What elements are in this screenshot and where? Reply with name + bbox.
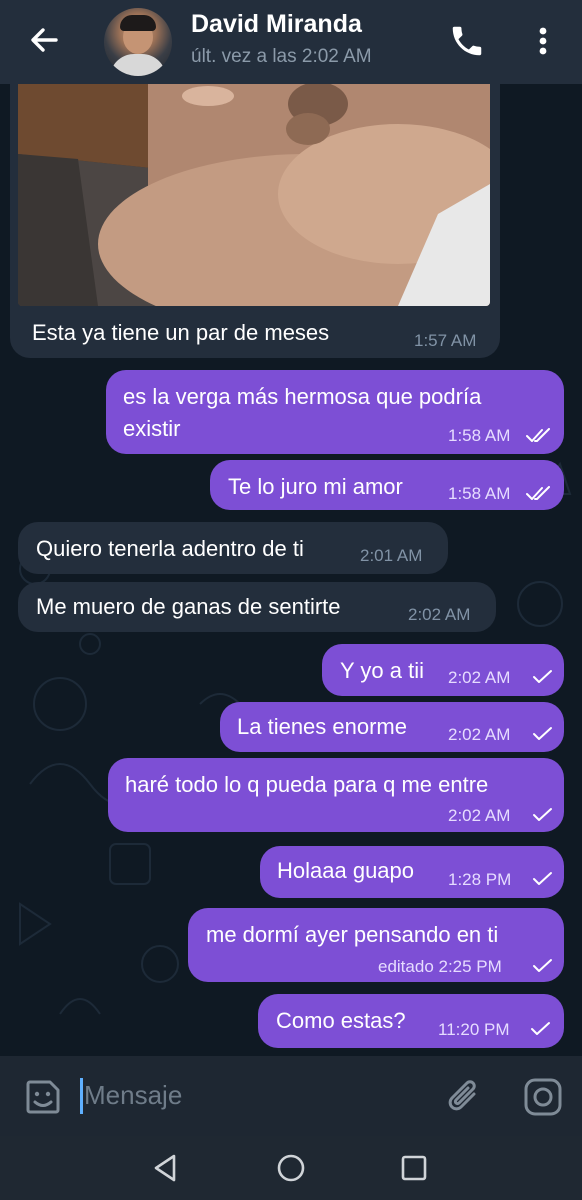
message-text: haré todo lo q pueda para q me entre xyxy=(125,772,489,797)
contact-name[interactable]: David Miranda xyxy=(191,10,362,39)
message-bubble-outgoing[interactable]: me dormí ayer pensando en ti editado 2:2… xyxy=(188,908,564,982)
sent-check-icon xyxy=(533,670,552,683)
message-time: 1:57 AM xyxy=(414,331,477,350)
message-time-edited: editado 2:25 PM xyxy=(378,957,502,976)
read-check-icon xyxy=(526,428,550,442)
message-text: Te lo juro mi amor xyxy=(228,474,403,499)
message-text: es la verga más hermosa que podría xyxy=(123,384,482,409)
message-text-line2: existir xyxy=(123,416,181,441)
chat-header: David Miranda últ. vez a las 2:02 AM xyxy=(0,0,582,84)
text-cursor xyxy=(80,1078,83,1114)
sent-check-icon xyxy=(533,872,552,885)
last-seen-status: últ. vez a las 2:02 AM xyxy=(191,46,372,67)
read-check-icon xyxy=(526,486,550,500)
message-bubble-outgoing[interactable]: Como estas? 11:20 PM xyxy=(258,994,564,1048)
nav-recents-icon[interactable] xyxy=(396,1150,432,1186)
phone-icon[interactable] xyxy=(448,22,486,60)
message-bubble-incoming[interactable]: Me muero de ganas de sentirte 2:02 AM xyxy=(18,582,496,632)
message-bubble-outgoing[interactable]: La tienes enorme 2:02 AM xyxy=(220,702,564,752)
message-time: 1:58 AM xyxy=(448,484,511,503)
attach-icon[interactable] xyxy=(444,1076,486,1118)
back-arrow-icon[interactable] xyxy=(26,22,62,58)
message-text: Me muero de ganas de sentirte xyxy=(36,594,341,619)
message-time: 11:20 PM xyxy=(438,1020,510,1039)
message-time: 2:02 AM xyxy=(408,605,471,624)
nav-home-icon[interactable] xyxy=(273,1150,309,1186)
sent-check-icon xyxy=(533,727,552,740)
message-time: 1:28 PM xyxy=(448,870,512,889)
message-bubble-outgoing[interactable]: Holaaa guapo 1:28 PM xyxy=(260,846,564,898)
sent-check-icon xyxy=(533,808,552,821)
message-bubble-outgoing[interactable]: haré todo lo q pueda para q me entre 2:0… xyxy=(108,758,564,832)
message-bubble-outgoing[interactable]: Te lo juro mi amor 1:58 AM xyxy=(210,460,564,510)
message-input[interactable]: Mensaje xyxy=(84,1080,182,1111)
sent-check-icon xyxy=(531,1022,550,1035)
sent-check-icon xyxy=(533,959,552,972)
message-bubble-incoming[interactable]: Quiero tenerla adentro de ti 2:01 AM xyxy=(18,522,448,574)
message-time: 1:58 AM xyxy=(448,426,511,445)
message-bubble-outgoing[interactable]: es la verga más hermosa que podría exist… xyxy=(106,370,564,454)
message-text: Quiero tenerla adentro de ti xyxy=(36,536,304,561)
message-text: Holaaa guapo xyxy=(277,858,415,883)
message-text: Esta ya tiene un par de meses xyxy=(32,320,330,345)
message-bubble-outgoing[interactable]: Y yo a tii 2:02 AM xyxy=(322,644,564,696)
more-vert-icon[interactable] xyxy=(528,22,558,60)
message-text: me dormí ayer pensando en ti xyxy=(206,922,499,947)
system-navigation-bar xyxy=(0,1136,582,1200)
message-time: 2:02 AM xyxy=(448,806,511,825)
camera-icon[interactable] xyxy=(522,1076,564,1118)
avatar[interactable] xyxy=(104,8,172,76)
nav-back-icon[interactable] xyxy=(148,1150,184,1186)
message-text: La tienes enorme xyxy=(237,714,407,739)
sticker-icon[interactable] xyxy=(22,1076,64,1118)
message-bubble-incoming-photo[interactable]: Esta ya tiene un par de meses 1:57 AM xyxy=(10,84,500,358)
message-photo[interactable] xyxy=(18,84,490,306)
message-text: Y yo a tii xyxy=(340,658,424,683)
message-time: 2:02 AM xyxy=(448,725,511,744)
message-list[interactable]: Esta ya tiene un par de meses 1:57 AM es… xyxy=(0,84,582,1056)
message-time: 2:01 AM xyxy=(360,546,423,565)
message-text: Como estas? xyxy=(276,1008,406,1033)
message-time: 2:02 AM xyxy=(448,668,511,687)
